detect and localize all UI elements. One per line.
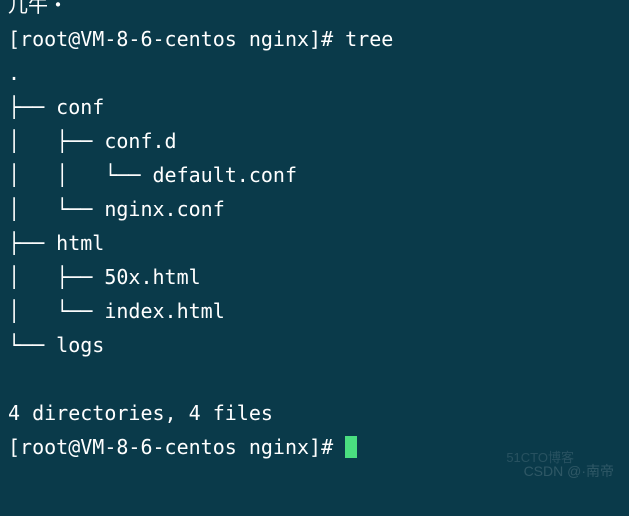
bracket-close: ]#: [309, 27, 345, 51]
bracket-open: [: [8, 435, 20, 459]
tree-line: ├── conf: [8, 90, 621, 124]
prompt-user-host: root@VM-8-6-centos nginx: [20, 435, 309, 459]
cursor: [345, 436, 357, 458]
tree-line: │ ├── conf.d: [8, 124, 621, 158]
bracket-close: ]#: [309, 435, 345, 459]
partial-line: 儿牛・: [8, 0, 621, 22]
command-text: tree: [345, 27, 393, 51]
tree-line: │ └── nginx.conf: [8, 192, 621, 226]
summary-line: 4 directories, 4 files: [8, 396, 621, 430]
tree-line: │ └── index.html: [8, 294, 621, 328]
tree-line: │ ├── 50x.html: [8, 260, 621, 294]
watermark-text: CSDN @·南帝: [524, 460, 614, 484]
prompt-user-host: root@VM-8-6-centos nginx: [20, 27, 309, 51]
tree-line: ├── html: [8, 226, 621, 260]
bracket-open: [: [8, 27, 20, 51]
prompt-line: [root@VM-8-6-centos nginx]# tree: [8, 22, 621, 56]
tree-line: └── logs: [8, 328, 621, 362]
terminal-output[interactable]: 儿牛・ [root@VM-8-6-centos nginx]# tree . ├…: [0, 0, 629, 464]
blank-line: [8, 362, 621, 396]
tree-line: │ │ └── default.conf: [8, 158, 621, 192]
tree-root-dot: .: [8, 56, 621, 90]
